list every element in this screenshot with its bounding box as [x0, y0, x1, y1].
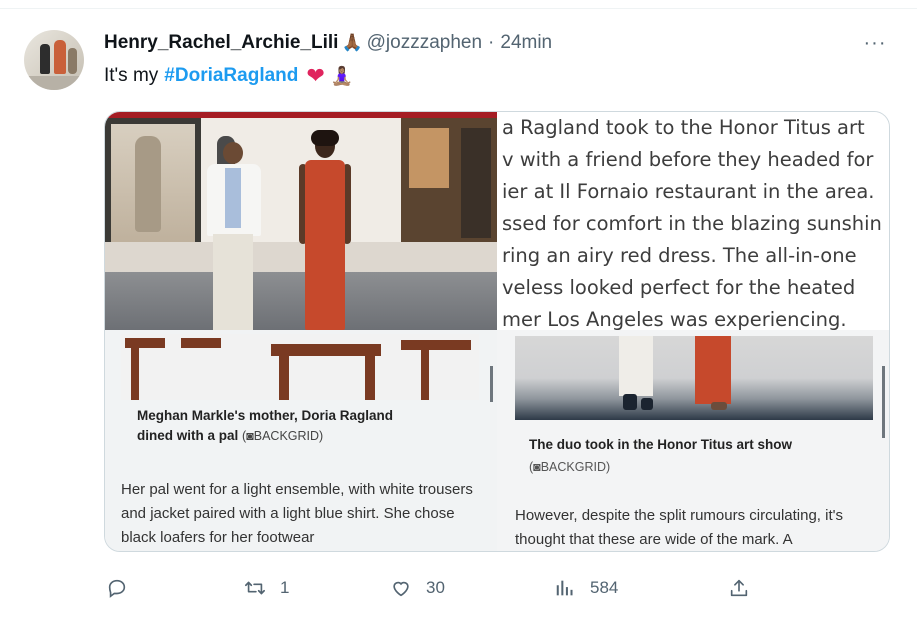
reply-button[interactable]	[106, 570, 142, 606]
views-count: 584	[590, 578, 619, 597]
more-icon[interactable]: ···	[860, 30, 890, 56]
separator-dot: ·	[488, 32, 495, 53]
author-handle[interactable]: @jozzzaphen	[367, 32, 482, 54]
retweet-icon	[245, 581, 265, 595]
article-line: v with a friend before they headed for	[502, 148, 874, 171]
woman-red-dress	[289, 130, 359, 330]
photo-credit: (◙BACKGRID)	[242, 429, 324, 443]
heart-emoji: ❤	[306, 63, 325, 88]
article-line: ssed for comfort in the blazing sunshin	[502, 212, 882, 235]
scrollbar	[490, 366, 493, 402]
woman-white-jacket	[203, 136, 263, 330]
article-text-crop: a Ragland took to the Honor Titus art v …	[497, 112, 889, 330]
left-body-text: Her pal went for a light ensemble, with …	[121, 481, 473, 546]
timeline-divider	[0, 8, 917, 9]
restaurant-chairs-photo	[121, 334, 479, 400]
views-button[interactable]: 584	[554, 570, 618, 606]
like-count: 30	[426, 578, 445, 597]
right-photo-caption: The duo took in the Honor Titus art show…	[529, 434, 792, 478]
praying-hands-emoji: 🙏🏾	[341, 33, 363, 52]
walking-feet-photo	[515, 336, 873, 420]
tweet-media[interactable]: a Ragland took to the Honor Titus art v …	[104, 111, 890, 552]
article-line: a Ragland took to the Honor Titus art	[502, 116, 865, 139]
article-line: ring an airy red dress. The all-in-one	[502, 244, 857, 267]
tweet-header: Henry_Rachel_Archie_Lili 🙏🏾 @jozzzaphen …	[104, 30, 552, 56]
photo-credit: (◙BACKGRID)	[529, 460, 611, 474]
avatar[interactable]	[24, 30, 84, 90]
tweet-timestamp[interactable]: 24min	[500, 32, 552, 54]
article-line: veless looked perfect for the heated	[502, 276, 856, 299]
right-article-crop: The duo took in the Honor Titus art show…	[497, 330, 889, 551]
tweet-actions: 1 30 584	[104, 570, 764, 606]
article-line: mer Los Angeles was experiencing.	[502, 308, 847, 330]
street-photo	[105, 112, 497, 330]
share-button[interactable]	[728, 570, 750, 606]
article-line: ier at Il Fornaio restaurant in the area…	[502, 180, 875, 203]
author-name[interactable]: Henry_Rachel_Archie_Lili	[104, 32, 338, 54]
person-emoji: 🧘🏽‍♀️	[330, 65, 354, 86]
right-body-text: However, despite the split rumours circu…	[515, 507, 844, 548]
like-icon	[393, 581, 409, 597]
retweet-button[interactable]: 1	[244, 570, 289, 606]
reply-icon	[108, 579, 126, 598]
retweet-count: 1	[280, 578, 290, 597]
tweet-text-prefix: It's my	[104, 65, 159, 86]
like-button[interactable]: 30	[390, 570, 445, 606]
left-article-crop: Meghan Markle's mother, Doria Ragland di…	[105, 330, 497, 551]
scrollbar	[882, 366, 885, 438]
tweet-text: It's my #DoriaRagland ❤ 🧘🏽‍♀️	[104, 63, 353, 89]
views-icon	[556, 580, 573, 596]
share-icon	[730, 579, 748, 597]
hashtag-link[interactable]: #DoriaRagland	[164, 65, 298, 87]
left-photo-caption: Meghan Markle's mother, Doria Ragland di…	[137, 408, 394, 443]
